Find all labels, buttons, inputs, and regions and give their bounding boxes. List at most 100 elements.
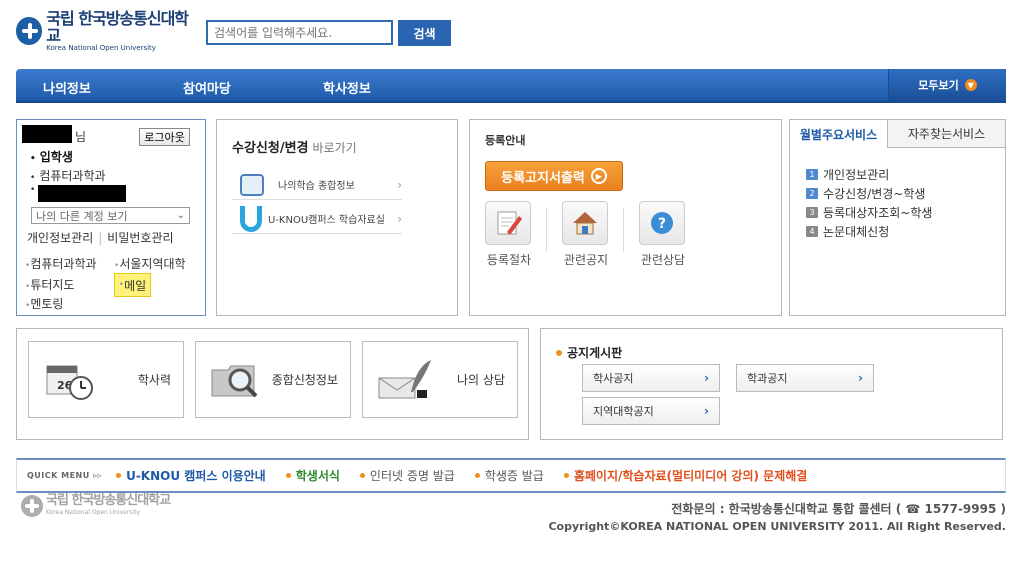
quick-menu-label: QUICK MENU ▹▹ bbox=[27, 471, 103, 480]
monthly-item-label: 논문대체신청 bbox=[823, 225, 890, 239]
footer-logo-english: Korea National Open University bbox=[46, 509, 141, 516]
bullet-icon bbox=[474, 473, 480, 478]
tab-frequent-services[interactable]: 자주찾는서비스 bbox=[888, 120, 1005, 148]
bullet-icon bbox=[556, 349, 562, 356]
quick-link-region-label: 서울지역대학 bbox=[119, 257, 186, 271]
account-select-value: 나의 다른 계정 보기 bbox=[36, 209, 128, 223]
mail-link[interactable]: • 메일 bbox=[114, 273, 151, 297]
uknou-logo-icon bbox=[240, 205, 262, 232]
search-button[interactable]: 검색 bbox=[398, 20, 451, 46]
academic-notice-button[interactable]: 학사공지 › bbox=[582, 364, 720, 392]
chevron-down-icon: ▼ bbox=[964, 79, 977, 91]
number-1-icon: 1 bbox=[806, 169, 818, 180]
quick-link-tutor[interactable]: •튜터지도 bbox=[25, 276, 74, 293]
monthly-item-label: 수강신청/변경~학생 bbox=[823, 187, 926, 201]
main-nav-bar: 나의정보 참여마당 학사정보 모두보기 ▼ bbox=[16, 69, 1006, 103]
academic-notice-label: 학사공지 bbox=[593, 372, 634, 385]
monthly-item[interactable]: 2 수강신청/변경~학생 bbox=[806, 185, 925, 202]
my-counsel-tile[interactable]: 나의 상담 bbox=[362, 341, 518, 418]
chevron-down-icon: ⌄ bbox=[176, 210, 185, 221]
notice-board-title-text: 공지게시판 bbox=[567, 346, 623, 360]
nav-participation[interactable]: 참여마당 bbox=[183, 78, 231, 97]
quick-menu-bar: QUICK MENU ▹▹ U-KNOU 캠퍼스 이용안내 학생서식 인터넷 증… bbox=[16, 458, 1006, 493]
calendar-clock-icon: 26 bbox=[43, 356, 99, 404]
divider bbox=[623, 208, 624, 252]
course-title[interactable]: 수강신청/변경 바로가기 bbox=[232, 137, 357, 156]
department-notice-button[interactable]: 학과공지 › bbox=[736, 364, 874, 392]
quick-menu-item[interactable]: 홈페이지/학습자료(멀티미디어 강의) 문제해결 bbox=[563, 467, 808, 484]
application-info-label: 종합신청정보 bbox=[271, 373, 338, 387]
footer-logo: 국립 한국방송통신대학교 Korea National Open Univers… bbox=[21, 493, 171, 517]
reg-procedure-link[interactable]: 등록절차 bbox=[485, 201, 533, 268]
quick-menu-item[interactable]: 학생증 발급 bbox=[474, 467, 544, 484]
user-account-links: 개인정보관리 | 비밀번호관리 bbox=[27, 229, 174, 246]
quick-link-mentoring[interactable]: •멘토링 bbox=[25, 295, 63, 312]
account-select[interactable]: 나의 다른 계정 보기 ⌄ bbox=[31, 207, 190, 224]
reg-notice-label: 관련공지 bbox=[563, 253, 609, 267]
quick-link-dept[interactable]: •컴퓨터과학과 bbox=[25, 255, 97, 272]
footer-logo-korean: 국립 한국방송통신대학교 bbox=[46, 493, 171, 508]
my-learning-info-link[interactable]: 나의학습 종합정보 › bbox=[232, 170, 402, 200]
monthly-item[interactable]: 3 등록대상자조회~학생 bbox=[806, 204, 932, 221]
print-bill-button[interactable]: 등록고지서출력 ▶ bbox=[485, 161, 623, 191]
logout-button[interactable]: 로그아웃 bbox=[139, 128, 190, 146]
monthly-item[interactable]: 1 개인정보관리 bbox=[806, 166, 889, 183]
personal-info-link[interactable]: 개인정보관리 bbox=[27, 231, 93, 245]
quick-menu-item-label: 인터넷 증명 발급 bbox=[369, 469, 455, 483]
quick-menu-item-label: 홈페이지/학습자료(멀티미디어 강의) 문제해결 bbox=[573, 469, 808, 483]
university-logo[interactable]: 국립 한국방송통신대학교 Korea National Open Univers… bbox=[16, 10, 192, 52]
go-arrow-icon: ▶ bbox=[590, 168, 607, 184]
quick-menu-item-label: 학생서식 bbox=[295, 469, 340, 483]
password-link[interactable]: 비밀번호관리 bbox=[107, 231, 173, 245]
view-all-label: 모두보기 bbox=[918, 79, 959, 92]
bullet-icon bbox=[116, 473, 122, 478]
search-input[interactable] bbox=[206, 20, 393, 45]
chevron-right-icon: › bbox=[397, 177, 402, 192]
quick-link-dept-label: 컴퓨터과학과 bbox=[30, 257, 97, 271]
application-info-tile[interactable]: 종합신청정보 bbox=[195, 341, 351, 418]
user-status-label: 입학생 bbox=[39, 150, 73, 164]
chevron-right-icon: › bbox=[704, 404, 709, 418]
mail-link-label: 메일 bbox=[124, 278, 147, 293]
quick-link-region[interactable]: •서울지역대학 bbox=[114, 255, 186, 272]
pencil-document-icon bbox=[485, 201, 531, 245]
quick-menu-item[interactable]: 인터넷 증명 발급 bbox=[359, 467, 455, 484]
redacted-user-name bbox=[22, 125, 72, 143]
view-all-button[interactable]: 모두보기 ▼ bbox=[888, 69, 1006, 101]
house-icon bbox=[562, 201, 608, 245]
nav-academic-info[interactable]: 학사정보 bbox=[323, 78, 371, 97]
logo-english-text: Korea National Open University bbox=[46, 43, 156, 52]
nav-my-info[interactable]: 나의정보 bbox=[43, 78, 91, 97]
academic-calendar-label: 학사력 bbox=[137, 373, 171, 387]
quick-menu-item[interactable]: 학생서식 bbox=[285, 467, 340, 484]
user-honorific: 님 bbox=[75, 130, 87, 144]
quick-menu-item-label: 학생증 발급 bbox=[484, 469, 544, 483]
footer-copyright: Copyright©KOREA NATIONAL OPEN UNIVERSITY… bbox=[548, 520, 1006, 533]
notice-board-title: 공지게시판 bbox=[556, 344, 622, 361]
reg-counsel-link[interactable]: ? 관련상담 bbox=[639, 201, 687, 268]
number-4-icon: 4 bbox=[806, 226, 818, 237]
chevron-right-icon: › bbox=[704, 371, 709, 385]
reg-procedure-label: 등록절차 bbox=[486, 253, 532, 267]
bullet-icon bbox=[359, 473, 365, 478]
redacted-user-id bbox=[38, 185, 126, 202]
tab-monthly-services[interactable]: 월별주요서비스 bbox=[790, 120, 888, 148]
uknou-library-link[interactable]: U-KNOU캠퍼스 학습자료실 › bbox=[232, 204, 402, 234]
academic-calendar-tile[interactable]: 26 학사력 bbox=[28, 341, 184, 418]
monthly-item-label: 개인정보관리 bbox=[823, 168, 890, 182]
number-2-icon: 2 bbox=[806, 188, 818, 199]
monthly-item-label: 등록대상자조회~학생 bbox=[823, 206, 933, 220]
my-counsel-label: 나의 상담 bbox=[457, 373, 505, 387]
reg-notice-link[interactable]: 관련공지 bbox=[562, 201, 610, 268]
bullet-icon bbox=[563, 473, 569, 478]
regional-notice-label: 지역대학공지 bbox=[593, 405, 654, 418]
my-learning-info-label: 나의학습 종합정보 bbox=[278, 181, 355, 192]
regional-notice-button[interactable]: 지역대학공지 › bbox=[582, 397, 720, 425]
quick-link-mentoring-label: 멘토링 bbox=[30, 297, 64, 311]
folder-magnifier-icon bbox=[210, 356, 266, 404]
monthly-item[interactable]: 4 논문대체신청 bbox=[806, 223, 889, 240]
department-notice-label: 학과공지 bbox=[747, 372, 788, 385]
headset-question-icon: ? bbox=[639, 201, 685, 245]
quick-menu-item[interactable]: U-KNOU 캠퍼스 이용안내 bbox=[116, 467, 266, 484]
svg-text:?: ? bbox=[658, 216, 666, 232]
